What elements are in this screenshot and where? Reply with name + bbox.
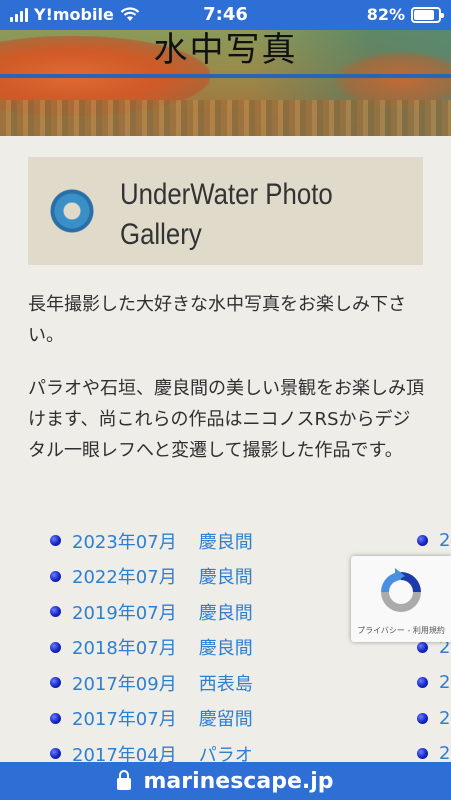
bullet-icon xyxy=(417,535,428,547)
bullet-icon xyxy=(417,677,428,689)
url-domain: marinescape.jp xyxy=(143,768,334,794)
battery-percent: 82% xyxy=(366,5,405,24)
gallery-list: 2023年07月 慶良間 2022年07月 慶良間 2019年07月 慶良間 2018… xyxy=(50,523,253,772)
bullet-icon xyxy=(417,748,428,760)
recaptcha-badge[interactable]: プライバシー - 利用規約 xyxy=(351,556,451,642)
gallery-link-right[interactable]: 2 xyxy=(417,665,451,701)
bullet-icon xyxy=(50,677,61,689)
gallery-link[interactable]: 2017年07月 慶留間 xyxy=(50,701,253,737)
recaptcha-links[interactable]: プライバシー - 利用規約 xyxy=(351,625,451,636)
gallery-link-right[interactable]: 2 xyxy=(417,523,451,559)
gallery-link-right[interactable]: 2 xyxy=(417,701,451,737)
battery-fill xyxy=(414,9,434,20)
intro-paragraph-2: パラオや石垣、慶良間の美しい景観をお楽しみ頂けます、尚これらの作品はニコノスRS… xyxy=(28,378,424,461)
gallery-link[interactable]: 2023年07月 慶良間 xyxy=(50,523,253,559)
section-heading: UnderWater Photo Gallery xyxy=(28,157,423,265)
url-bar[interactable]: marinescape.jp xyxy=(0,762,451,800)
gallery-link[interactable]: 2022年07月 慶良間 xyxy=(50,559,253,595)
ring-icon xyxy=(50,189,94,233)
bullet-icon xyxy=(50,748,61,760)
status-bar: Y!mobile 7:46 82% xyxy=(0,0,451,30)
bullet-icon xyxy=(50,641,61,653)
banner-divider xyxy=(0,74,451,78)
gallery-link[interactable]: 2019年07月 慶良間 xyxy=(50,594,253,630)
bullet-icon xyxy=(50,606,61,618)
gallery-link[interactable]: 2017年09月 西表島 xyxy=(50,665,253,701)
lock-icon xyxy=(117,770,132,790)
bullet-icon xyxy=(417,712,428,724)
hero-banner: 水中写真 xyxy=(0,30,451,136)
bullet-icon xyxy=(50,570,61,582)
section-heading-title: UnderWater Photo Gallery xyxy=(120,178,333,251)
bullet-icon xyxy=(50,712,61,724)
recaptcha-icon xyxy=(381,568,421,612)
battery-icon xyxy=(411,6,444,23)
bullet-icon xyxy=(50,535,61,547)
page-title: 水中写真 xyxy=(153,30,298,70)
status-right: 82% xyxy=(366,5,444,24)
bullet-icon xyxy=(417,641,428,653)
intro-paragraph-1: 長年撮影した大好きな水中写真をお楽しみ下さい。 xyxy=(28,294,406,346)
gallery-link[interactable]: 2018年07月 慶良間 xyxy=(50,630,253,666)
